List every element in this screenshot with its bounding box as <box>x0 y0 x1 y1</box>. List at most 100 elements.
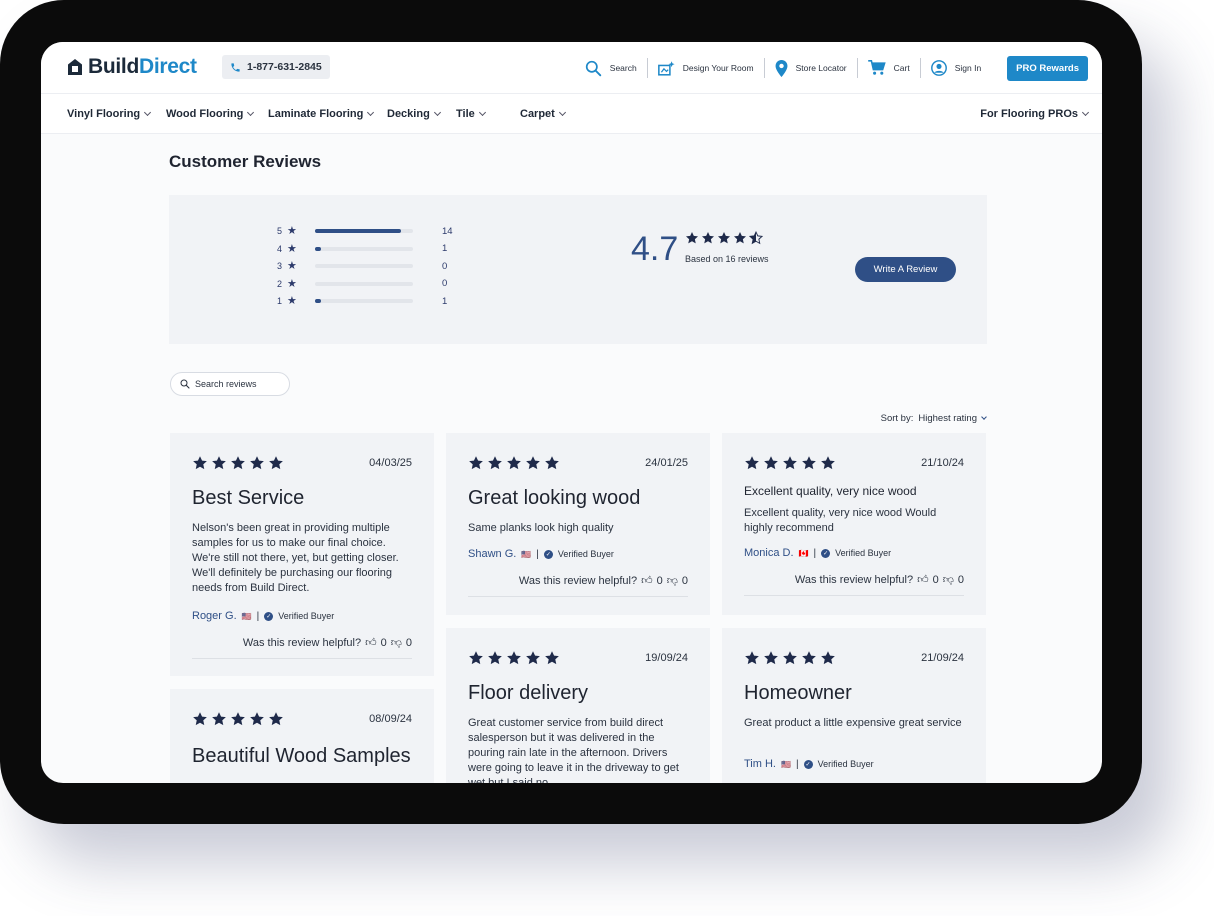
nav-for-flooring-pros[interactable]: For Flooring PROs <box>980 108 1090 120</box>
review-date: 19/09/24 <box>645 652 688 664</box>
star-icon <box>526 651 540 665</box>
histogram-count: 1 <box>442 295 448 307</box>
review-date: 08/09/24 <box>369 713 412 725</box>
cart-label: Cart <box>893 63 910 73</box>
reviewer-info: Shawn G. 🇺🇸 | ✓ Verified Buyer <box>468 548 614 560</box>
sign-in-link[interactable]: Sign In <box>921 57 991 79</box>
cart-icon <box>867 60 886 75</box>
nav-tile[interactable]: Tile <box>456 108 486 120</box>
phone-button[interactable]: 1-877-631-2845 <box>222 55 330 79</box>
nav-decking[interactable]: Decking <box>387 108 441 120</box>
star-icon: ★ <box>287 225 297 237</box>
histogram-row[interactable]: 1 ★ 1 <box>277 295 447 307</box>
review-card: 04/03/25 Best Service Nelson's been grea… <box>170 433 434 676</box>
star-icon <box>685 232 699 244</box>
histogram-row[interactable]: 3 ★ 0 <box>277 260 447 272</box>
store-locator-link[interactable]: Store Locator <box>765 57 857 79</box>
sort-dropdown[interactable]: Sort by: Highest rating <box>881 413 987 424</box>
design-room-link[interactable]: Design Your Room <box>648 57 764 79</box>
nav-vinyl-flooring[interactable]: Vinyl Flooring <box>67 108 152 120</box>
review-card: 21/10/24 Excellent quality, very nice wo… <box>722 433 986 615</box>
thumbs-down-icon[interactable]: 👎︎ <box>391 636 402 649</box>
us-flag-icon: 🇺🇸 <box>241 611 252 621</box>
thumbs-up-icon[interactable]: 👍︎ <box>917 573 929 586</box>
review-stars <box>468 455 560 471</box>
thumbs-down-icon[interactable]: 👎︎ <box>667 574 678 587</box>
review-title: Floor delivery <box>468 682 589 704</box>
card-divider <box>468 596 688 597</box>
chevron-down-icon <box>247 108 255 117</box>
review-stars <box>192 455 284 471</box>
reviewer-name: Monica D. <box>744 547 794 559</box>
thumbs-down-icon[interactable]: 👎︎ <box>943 573 954 586</box>
review-body: Great product a little expensive great s… <box>744 717 962 729</box>
search-icon <box>180 379 190 389</box>
store-locator-label: Store Locator <box>795 63 847 73</box>
star-icon <box>821 651 835 665</box>
star-icon <box>212 712 226 726</box>
thumbs-down-count: 0 <box>681 574 688 587</box>
card-divider <box>192 658 412 659</box>
chevron-down-icon <box>433 108 441 117</box>
histogram-count: 1 <box>442 243 448 254</box>
meta-divider: | <box>795 758 799 770</box>
verified-buyer-label: Verified Buyer <box>278 611 335 621</box>
us-flag-icon: 🇺🇸 <box>521 549 532 559</box>
review-title: Great looking wood <box>468 487 641 509</box>
builddirect-logo[interactable]: BuildDirect <box>67 55 197 79</box>
search-reviews-input[interactable]: Search reviews <box>170 372 290 396</box>
review-card: 19/09/24 Floor delivery Great customer s… <box>446 628 710 783</box>
nav-laminate-flooring[interactable]: Laminate Flooring <box>268 108 375 120</box>
verified-check-icon: ✓ <box>803 759 813 769</box>
histogram-row[interactable]: 2 ★ 0 <box>277 278 447 290</box>
thumbs-up-icon[interactable]: 👍︎ <box>641 574 653 587</box>
nav-vinyl-label: Vinyl Flooring <box>67 108 141 120</box>
verified-check-icon: ✓ <box>821 548 831 558</box>
verified-buyer-label: Verified Buyer <box>557 549 614 559</box>
thumbs-up-icon[interactable]: 👍︎ <box>365 636 377 649</box>
phone-number: 1-877-631-2845 <box>247 61 322 73</box>
star-icon <box>250 712 264 726</box>
nav-wood-flooring[interactable]: Wood Flooring <box>166 108 255 120</box>
rating-summary: 5 ★ 14 4 ★ 1 3 ★ 0 2 ★ 0 1 ★ 1 4.7 Based on 16 reviews… <box>169 195 987 344</box>
helpful-row: Was this review helpful? 👍︎ 0 👎︎ 0 <box>794 573 964 587</box>
pro-rewards-button[interactable]: PRO Rewards <box>1007 55 1088 81</box>
star-icon <box>193 456 207 470</box>
page-title: Customer Reviews <box>169 152 322 171</box>
star-icon <box>231 456 245 470</box>
chevron-down-icon <box>144 108 152 117</box>
review-count: Based on 16 reviews <box>685 254 769 264</box>
histogram-row[interactable]: 4 ★ 1 <box>277 243 447 255</box>
search-link[interactable]: Search <box>575 57 647 79</box>
phone-icon <box>231 62 240 72</box>
histogram-count: 14 <box>442 225 453 237</box>
review-body: Excellent quality, very nice wood Would … <box>744 507 937 534</box>
review-title: Homeowner <box>744 682 852 704</box>
header-utility-nav: Search Design Your Room Store Locator Ca… <box>575 53 1088 83</box>
histogram-count: 0 <box>442 260 448 272</box>
thumbs-up-count: 0 <box>380 636 387 649</box>
nav-carpet-label: Carpet <box>520 108 555 120</box>
cart-link[interactable]: Cart <box>858 57 920 79</box>
star-icon <box>507 651 521 665</box>
tablet-screen: BuildDirect 1-877-631-2845 Search Design… <box>41 42 1102 783</box>
histogram-row[interactable]: 5 ★ 14 <box>277 225 453 237</box>
site-header: BuildDirect 1-877-631-2845 Search Design… <box>41 42 1102 94</box>
thumbs-down-count: 0 <box>405 636 412 649</box>
nav-carpet[interactable]: Carpet <box>520 108 566 120</box>
star-icon: ★ <box>287 295 297 307</box>
review-date: 21/10/24 <box>921 457 964 469</box>
meta-divider: | <box>813 547 817 559</box>
us-flag-icon: 🇺🇸 <box>780 759 791 769</box>
reviewer-info: Monica D. 🇨🇦 | ✓ Verified Buyer <box>744 547 891 559</box>
review-title: Excellent quality, very nice wood <box>744 484 917 498</box>
search-icon <box>585 60 602 76</box>
star-icon <box>250 456 264 470</box>
helpful-question: Was this review helpful? <box>794 573 914 586</box>
write-review-button[interactable]: Write A Review <box>855 257 956 282</box>
histogram-bar-track <box>315 229 413 233</box>
histogram-count: 0 <box>442 278 448 289</box>
review-stars <box>192 711 284 727</box>
star-icon <box>193 712 207 726</box>
star-icon <box>783 651 797 665</box>
